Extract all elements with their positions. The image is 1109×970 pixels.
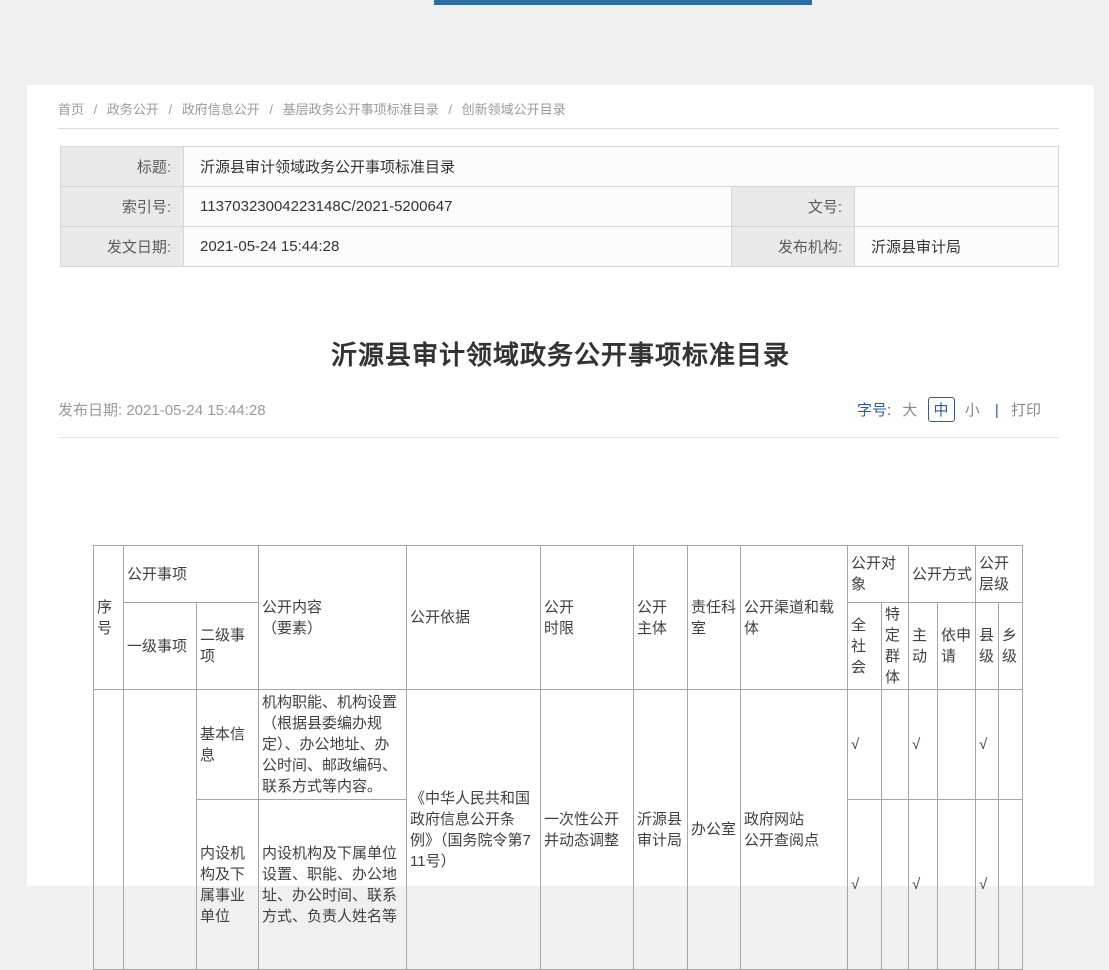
- header-disclosure-target: 公开对象: [848, 546, 909, 603]
- cell-level2-item: 基本信息: [197, 690, 259, 800]
- breadcrumb-separator: /: [94, 102, 98, 117]
- article-meta-divider: [58, 437, 1059, 438]
- doc-index-label: 索引号:: [61, 187, 184, 227]
- doc-issue-date-value: 2021-05-24 15:44:28: [184, 227, 732, 267]
- header-channels-carriers: 公开渠道和载体: [741, 546, 848, 690]
- check-township-level: [999, 690, 1023, 800]
- check-specific-group: [882, 800, 909, 970]
- header-proactive: 主动: [909, 603, 938, 690]
- check-upon-request: [938, 690, 976, 800]
- doc-issue-date-label: 发文日期:: [61, 227, 184, 267]
- page-title: 沂源县审计领域政务公开事项标准目录: [27, 335, 1094, 372]
- header-specific-group: 特定群体: [882, 603, 909, 690]
- doc-agency-label: 发布机构:: [732, 227, 855, 267]
- header-township-level: 乡级: [999, 603, 1023, 690]
- font-size-small-button[interactable]: 小: [965, 399, 980, 420]
- breadcrumb-separator: /: [448, 102, 452, 117]
- cell-disclosure-content: 机构职能、机构设置（根据县委编办规定）、办公地址、办公时间、邮政编码、联系方式等…: [259, 690, 407, 800]
- check-proactive: √: [909, 800, 938, 970]
- doc-number-value: [855, 187, 1059, 227]
- font-size-label: 字号:: [857, 402, 891, 419]
- header-disclosure-item: 公开事项: [124, 546, 259, 603]
- header-whole-society: 全社会: [848, 603, 882, 690]
- header-disclosure-content: 公开内容 （要素）: [259, 546, 407, 690]
- publish-date: 发布日期: 2021-05-24 15:44:28: [58, 399, 266, 420]
- breadcrumb-separator: /: [169, 102, 173, 117]
- check-whole-society: √: [848, 690, 882, 800]
- cell-level2-item: 内设机构及下属事业单位: [197, 800, 259, 970]
- cell-disclosure-deadline: 一次性公开并动态调整: [541, 690, 634, 970]
- cell-level1-item: [124, 690, 197, 970]
- header-level2-item: 二级事项: [197, 603, 259, 690]
- doc-info-table: 标题: 沂源县审计领域政务公开事项标准目录 索引号: 1137032300422…: [60, 146, 1059, 267]
- check-county-level: √: [976, 800, 999, 970]
- header-disclosure-level: 公开层级: [976, 546, 1023, 603]
- top-nav-active-indicator: [434, 0, 812, 5]
- header-disclosure-method: 公开方式: [909, 546, 976, 603]
- header-serial-number: 序号: [94, 546, 124, 690]
- publish-date-value: 2021-05-24 15:44:28: [126, 402, 265, 419]
- catalog-table: 序号 公开事项 公开内容 （要素） 公开依据 公开 时限 公开 主体 责任科室 …: [93, 545, 1023, 970]
- catalog-header-row-1: 序号 公开事项 公开内容 （要素） 公开依据 公开 时限 公开 主体 责任科室 …: [94, 546, 1023, 603]
- doc-index-value: 11370323004223148C/2021-5200647: [184, 187, 732, 227]
- tools-separator: |: [995, 402, 999, 419]
- breadcrumb-separator: /: [269, 102, 273, 117]
- header-disclosure-basis: 公开依据: [407, 546, 541, 690]
- check-whole-society: √: [848, 800, 882, 970]
- check-upon-request: [938, 800, 976, 970]
- header-responsible-office: 责任科室: [688, 546, 741, 690]
- check-county-level: √: [976, 690, 999, 800]
- breadcrumb-item-chuangxin[interactable]: 创新领域公开目录: [462, 102, 566, 117]
- article-tools: 字号: 大 中 小 | 打印: [857, 397, 1041, 422]
- catalog-row-basic-info: 基本信息 机构职能、机构设置（根据县委编办规定）、办公地址、办公时间、邮政编码、…: [94, 690, 1023, 800]
- breadcrumb-divider: [58, 128, 1059, 129]
- cell-serial-number: [94, 690, 124, 970]
- doc-title-label: 标题:: [61, 147, 184, 187]
- breadcrumb-item-xinxi[interactable]: 政府信息公开: [182, 102, 260, 117]
- cell-disclosure-subject: 沂源县审计局: [634, 690, 688, 970]
- content-card: 首页 / 政务公开 / 政府信息公开 / 基层政务公开事项标准目录 / 创新领域…: [27, 85, 1094, 886]
- cell-disclosure-basis: 《中华人民共和国政府信息公开条例》（国务院令第711号）: [407, 690, 541, 970]
- cell-responsible-office: 办公室: [688, 690, 741, 970]
- cell-channels-carriers: 政府网站 公开查阅点: [741, 690, 848, 970]
- font-size-medium-button[interactable]: 中: [928, 397, 955, 422]
- breadcrumb-item-zhengwu[interactable]: 政务公开: [107, 102, 159, 117]
- header-disclosure-deadline: 公开 时限: [541, 546, 634, 690]
- header-county-level: 县级: [976, 603, 999, 690]
- print-button[interactable]: 打印: [1011, 402, 1041, 419]
- check-proactive: √: [909, 690, 938, 800]
- cell-disclosure-content: 内设机构及下属单位设置、职能、办公地址、办公时间、联系方式、负责人姓名等: [259, 800, 407, 970]
- breadcrumb: 首页 / 政务公开 / 政府信息公开 / 基层政务公开事项标准目录 / 创新领域…: [58, 99, 1059, 118]
- doc-title-value: 沂源县审计领域政务公开事项标准目录: [184, 147, 1059, 187]
- doc-info-row-title: 标题: 沂源县审计领域政务公开事项标准目录: [61, 147, 1059, 187]
- check-specific-group: [882, 690, 909, 800]
- breadcrumb-item-jiceng[interactable]: 基层政务公开事项标准目录: [283, 102, 439, 117]
- header-upon-request: 依申请: [938, 603, 976, 690]
- check-township-level: [999, 800, 1023, 970]
- breadcrumb-item-home[interactable]: 首页: [58, 102, 84, 117]
- header-disclosure-subject: 公开 主体: [634, 546, 688, 690]
- article-meta-bar: 发布日期: 2021-05-24 15:44:28 字号: 大 中 小 | 打印: [58, 397, 1059, 421]
- header-level1-item: 一级事项: [124, 603, 197, 690]
- font-size-large-button[interactable]: 大: [902, 399, 917, 420]
- doc-agency-value: 沂源县审计局: [855, 227, 1059, 267]
- doc-info-row-index: 索引号: 11370323004223148C/2021-5200647 文号:: [61, 187, 1059, 227]
- publish-date-label: 发布日期:: [58, 402, 122, 419]
- doc-info-row-date: 发文日期: 2021-05-24 15:44:28 发布机构: 沂源县审计局: [61, 227, 1059, 267]
- doc-number-label: 文号:: [732, 187, 855, 227]
